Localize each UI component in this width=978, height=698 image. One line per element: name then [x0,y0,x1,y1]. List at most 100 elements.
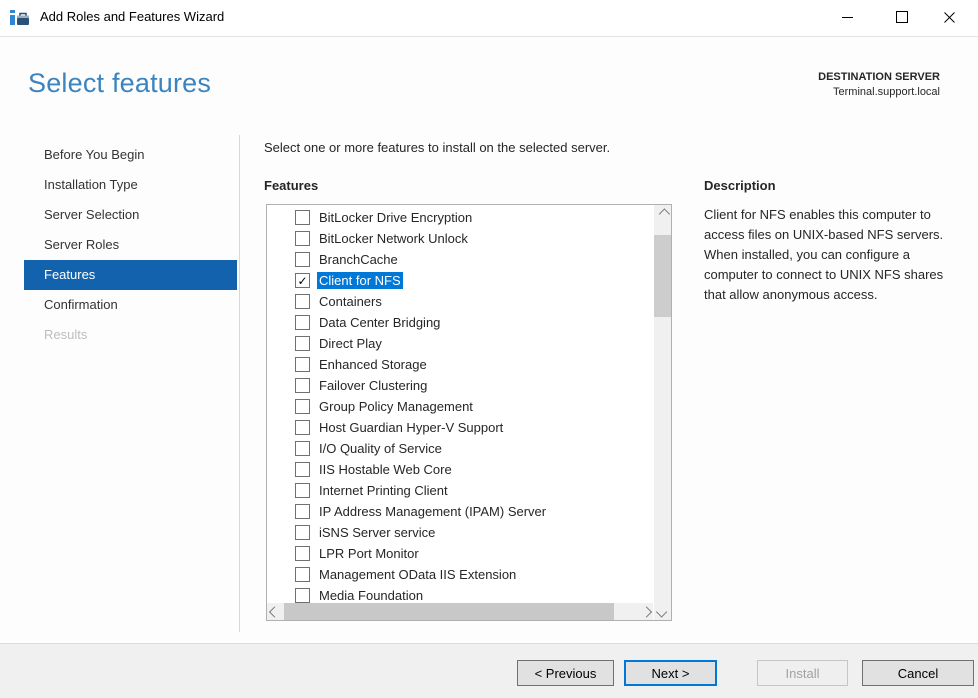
feature-label[interactable]: I/O Quality of Service [317,440,444,457]
feature-row-direct-play[interactable]: Direct Play [267,333,654,354]
feature-label[interactable]: Management OData IIS Extension [317,566,518,583]
horizontal-scrollbar-thumb[interactable] [284,603,614,620]
feature-checkbox[interactable]: ✓ [295,273,310,288]
previous-button[interactable]: < Previous [517,660,614,686]
destination-server-value: Terminal.support.local [818,85,940,100]
titlebar: Add Roles and Features Wizard [0,0,978,37]
features-list: BitLocker Drive Encryption BitLocker Netw… [266,204,672,621]
feature-checkbox[interactable] [295,483,310,498]
vertical-scrollbar[interactable] [654,205,671,620]
sidebar-item-server-roles[interactable]: Server Roles [24,230,237,260]
feature-label[interactable]: BitLocker Network Unlock [317,230,470,247]
sidebar-nav: Before You BeginInstallation TypeServer … [24,140,237,350]
feature-row-enhanced-storage[interactable]: Enhanced Storage [267,354,654,375]
feature-checkbox[interactable] [295,315,310,330]
feature-checkbox[interactable] [295,567,310,582]
close-icon [944,12,955,23]
vertical-scrollbar-thumb[interactable] [654,235,671,317]
feature-checkbox[interactable] [295,525,310,540]
sidebar-item-before-you-begin[interactable]: Before You Begin [24,140,237,170]
feature-checkbox[interactable] [295,336,310,351]
feature-checkbox[interactable] [295,252,310,267]
feature-checkbox[interactable] [295,294,310,309]
feature-row-data-center-bridging[interactable]: Data Center Bridging [267,312,654,333]
scroll-right-button[interactable] [636,603,653,620]
feature-label[interactable]: IP Address Management (IPAM) Server [317,503,548,520]
sidebar-item-results: Results [24,320,237,350]
description-title: Description [704,178,776,193]
description-text: Client for NFS enables this computer to … [704,205,956,305]
add-roles-features-wizard-window: Add Roles and Features Wizard Select fea… [0,0,978,698]
chevron-left-icon [268,606,279,617]
chevron-right-icon [640,606,651,617]
feature-label[interactable]: Failover Clustering [317,377,429,394]
feature-row-iis-hostable-web-core[interactable]: IIS Hostable Web Core [267,459,654,480]
feature-row-i-o-quality-of-service[interactable]: I/O Quality of Service [267,438,654,459]
sidebar-item-installation-type[interactable]: Installation Type [24,170,237,200]
feature-checkbox[interactable] [295,441,310,456]
feature-row-branchcache[interactable]: BranchCache [267,249,654,270]
feature-checkbox[interactable] [295,210,310,225]
feature-row-management-odata-iis-extension[interactable]: Management OData IIS Extension [267,564,654,585]
feature-checkbox[interactable] [295,546,310,561]
chevron-down-icon [655,606,666,617]
feature-row-bitlocker-drive-encryption[interactable]: BitLocker Drive Encryption [267,207,654,228]
feature-label[interactable]: BitLocker Drive Encryption [317,209,474,226]
feature-checkbox[interactable] [295,420,310,435]
feature-checkbox[interactable] [295,462,310,477]
feature-label[interactable]: LPR Port Monitor [317,545,421,562]
feature-checkbox[interactable] [295,378,310,393]
feature-row-failover-clustering[interactable]: Failover Clustering [267,375,654,396]
close-button[interactable] [928,0,970,34]
feature-label[interactable]: Data Center Bridging [317,314,442,331]
maximize-button[interactable] [881,0,923,34]
feature-label[interactable]: Containers [317,293,384,310]
feature-checkbox[interactable] [295,588,310,603]
feature-label[interactable]: Host Guardian Hyper-V Support [317,419,505,436]
feature-label[interactable]: Direct Play [317,335,384,352]
feature-label[interactable]: Client for NFS [317,272,403,289]
feature-label[interactable]: Group Policy Management [317,398,475,415]
feature-checkbox[interactable] [295,399,310,414]
feature-checkbox[interactable] [295,504,310,519]
destination-server-block: DESTINATION SERVER Terminal.support.loca… [818,70,940,100]
minimize-icon [842,17,853,18]
minimize-button[interactable] [826,0,868,34]
cancel-button[interactable]: Cancel [862,660,974,686]
feature-row-lpr-port-monitor[interactable]: LPR Port Monitor [267,543,654,564]
feature-checkbox[interactable] [295,231,310,246]
features-list-label: Features [264,178,318,193]
next-button[interactable]: Next > [624,660,717,686]
feature-row-bitlocker-network-unlock[interactable]: BitLocker Network Unlock [267,228,654,249]
horizontal-scrollbar[interactable] [267,603,653,620]
scroll-up-button[interactable] [654,205,671,222]
server-manager-icon [9,9,31,27]
feature-row-host-guardian-hyper-v-support[interactable]: Host Guardian Hyper-V Support [267,417,654,438]
sidebar-item-confirmation[interactable]: Confirmation [24,290,237,320]
feature-row-ip-address-management-ipam-server[interactable]: IP Address Management (IPAM) Server [267,501,654,522]
feature-row-isns-server-service[interactable]: iSNS Server service [267,522,654,543]
feature-row-group-policy-management[interactable]: Group Policy Management [267,396,654,417]
feature-row-internet-printing-client[interactable]: Internet Printing Client [267,480,654,501]
page-title: Select features [28,68,211,99]
scroll-left-button[interactable] [267,603,284,620]
feature-label[interactable]: Enhanced Storage [317,356,429,373]
sidebar-item-features[interactable]: Features [24,260,237,290]
feature-label[interactable]: IIS Hostable Web Core [317,461,454,478]
window-title: Add Roles and Features Wizard [40,9,224,24]
feature-row-containers[interactable]: Containers [267,291,654,312]
feature-row-client-for-nfs[interactable]: ✓ Client for NFS [267,270,654,291]
scroll-down-button[interactable] [654,603,671,620]
features-list-rows: BitLocker Drive Encryption BitLocker Netw… [267,205,654,603]
sidebar-item-server-selection[interactable]: Server Selection [24,200,237,230]
install-button[interactable]: Install [757,660,848,686]
sidebar-divider [239,135,240,632]
destination-server-label: DESTINATION SERVER [818,70,940,85]
feature-row-media-foundation[interactable]: Media Foundation [267,585,654,603]
feature-label[interactable]: Internet Printing Client [317,482,450,499]
feature-checkbox[interactable] [295,357,310,372]
footer-bar: < Previous Next > Install Cancel [0,643,978,698]
feature-label[interactable]: iSNS Server service [317,524,437,541]
feature-label[interactable]: BranchCache [317,251,400,268]
feature-label[interactable]: Media Foundation [317,587,425,603]
